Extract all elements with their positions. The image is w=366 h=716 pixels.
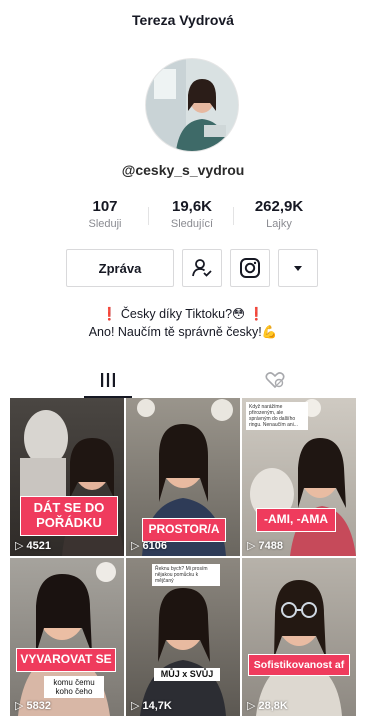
tab-videos[interactable] [16, 362, 199, 398]
video-tile[interactable]: VYVAROVAT SE komu čemu koho čeho ▷ 5832 [10, 558, 124, 716]
stat-likes-label: Lajky [266, 218, 292, 230]
avatar-photo-icon [146, 59, 238, 151]
video-thumbnail-icon [256, 580, 342, 716]
play-icon: ▷ [247, 700, 256, 712]
play-icon: ▷ [247, 540, 256, 552]
instagram-button[interactable] [230, 249, 270, 287]
video-view-count: 5832 [26, 699, 51, 712]
profile-stats: 107 Sleduji 19,6K Sledující 262,9K Lajky [62, 198, 322, 230]
message-button[interactable]: Zpráva [66, 249, 174, 287]
video-tile[interactable]: DÁT SE DO POŘÁDKU ▷ 4521 [10, 398, 124, 556]
tab-liked[interactable] [183, 362, 366, 398]
video-views: ▷ 5832 [15, 699, 51, 713]
bio-line-1: ❗ Česky díky Tiktoku?😳 ❗ [101, 307, 265, 321]
stat-likes-value: 262,9K [254, 198, 304, 215]
more-options-button[interactable] [278, 249, 318, 287]
profile-tabs [0, 362, 366, 398]
person-check-icon [192, 259, 212, 277]
video-caption: -AMI, -AMA [256, 508, 336, 532]
stat-following-value: 107 [92, 198, 118, 215]
play-icon: ▷ [131, 700, 140, 712]
video-tile[interactable]: PROSTOR/A ▷ 6106 [126, 398, 240, 556]
profile-bio: ❗ Česky díky Tiktoku?😳 ❗ Ano! Naučím tě … [0, 305, 366, 341]
caret-down-icon [294, 266, 302, 271]
stat-followers-label: Sledující [170, 218, 214, 230]
video-grid: DÁT SE DO POŘÁDKU ▷ 4521 PROSTOR/A ▷ 610… [10, 398, 356, 716]
stat-following[interactable]: 107 Sleduji [62, 198, 148, 230]
instagram-icon [240, 258, 260, 278]
video-views: ▷ 28,8K [247, 699, 288, 713]
heart-hidden-icon [264, 372, 285, 389]
video-caption: Sofistikovanost af [248, 654, 350, 677]
stat-followers-value: 19,6K [171, 198, 213, 215]
play-icon: ▷ [15, 540, 24, 552]
play-icon: ▷ [15, 700, 24, 712]
play-icon: ▷ [131, 540, 140, 552]
grid-bars-icon [100, 373, 115, 387]
video-views: ▷ 6106 [131, 539, 167, 553]
video-view-count: 7488 [258, 539, 283, 552]
video-tile[interactable]: Řeknu bych? Mi prosím nějakou pomůcku k … [126, 558, 240, 716]
video-tile[interactable]: Sofistikovanost af ▷ 28,8K [242, 558, 356, 716]
bio-line-2: Ano! Naučím tě správně česky!💪 [88, 325, 278, 339]
stat-followers[interactable]: 19,6K Sledující [149, 198, 235, 230]
video-views: ▷ 7488 [247, 539, 283, 553]
video-view-count: 6106 [142, 539, 167, 552]
stat-divider [233, 207, 234, 225]
stat-following-label: Sleduji [88, 218, 122, 230]
video-caption: MŮJ x SVŮJ [154, 668, 220, 681]
follow-status-button[interactable] [182, 249, 222, 287]
video-view-count: 14,7K [142, 699, 172, 712]
video-tile[interactable]: Když narážíme přirozeným, ale správným d… [242, 398, 356, 556]
video-view-count: 4521 [26, 539, 51, 552]
video-note: Řeknu bych? Mi prosím nějakou pomůcku k … [152, 564, 220, 586]
video-caption: VYVAROVAT SE [16, 648, 116, 672]
profile-handle: @cesky_s_vydrou [121, 162, 245, 178]
video-note: Když narážíme přirozeným, ale správným d… [246, 402, 308, 430]
profile-avatar[interactable] [145, 58, 239, 152]
stat-divider [148, 207, 149, 225]
video-views: ▷ 4521 [15, 539, 51, 553]
video-view-count: 28,8K [258, 699, 288, 712]
video-subcaption: komu čemu koho čeho [44, 676, 104, 698]
video-views: ▷ 14,7K [131, 699, 172, 713]
video-caption: DÁT SE DO POŘÁDKU [20, 496, 118, 536]
stat-likes[interactable]: 262,9K Lajky [236, 198, 322, 230]
profile-name: Tereza Vydrová [132, 12, 234, 28]
